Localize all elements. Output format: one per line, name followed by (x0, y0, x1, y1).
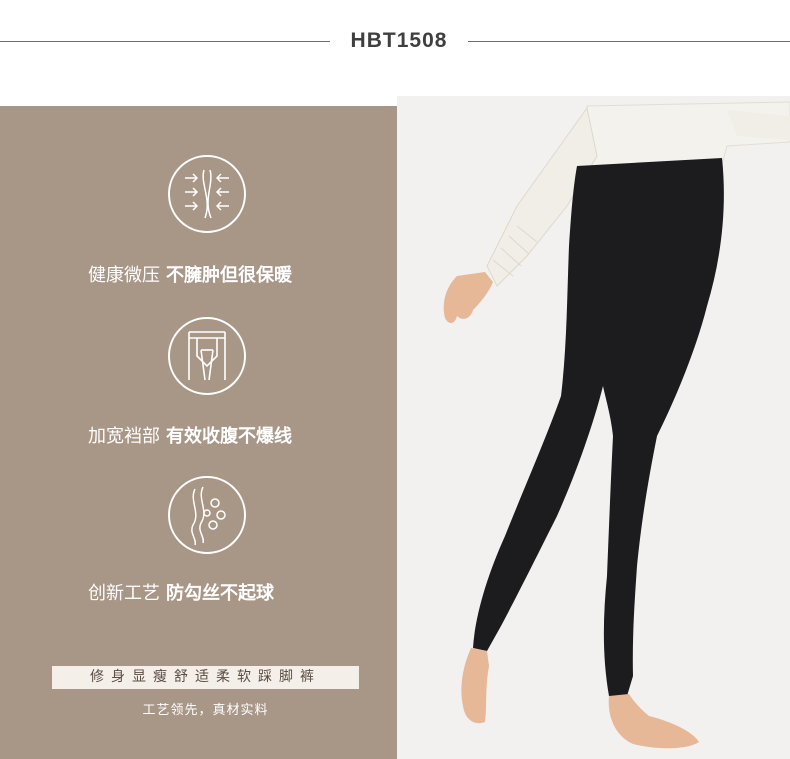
feature-text-compression: 健康微压 不臃肿但很保暖 (88, 261, 292, 287)
feature-highlight: 防勾丝不起球 (166, 583, 274, 604)
feature-text-crotch: 加宽裆部 有效收腹不爆线 (88, 422, 292, 448)
header-divider-right (468, 41, 790, 42)
feature-label: 加宽裆部 (88, 426, 160, 447)
product-photo (397, 96, 790, 759)
model-code: HBT1508 (350, 29, 448, 52)
slogan-banner: 修身显瘦舒适柔软踩脚裤 (52, 666, 359, 689)
feature-label: 创新工艺 (88, 583, 160, 604)
feature-text-fabric: 创新工艺 防勾丝不起球 (88, 579, 274, 605)
crotch-panel-icon (168, 317, 246, 395)
header-divider-left (0, 41, 330, 42)
sub-slogan: 工艺领先，真材实料 (142, 703, 269, 718)
feature-label: 健康微压 (88, 265, 160, 286)
feature-highlight: 不臃肿但很保暖 (166, 265, 292, 286)
compression-arrows-icon (168, 155, 246, 233)
fabric-fiber-icon (168, 476, 246, 554)
feature-highlight: 有效收腹不爆线 (166, 426, 292, 447)
